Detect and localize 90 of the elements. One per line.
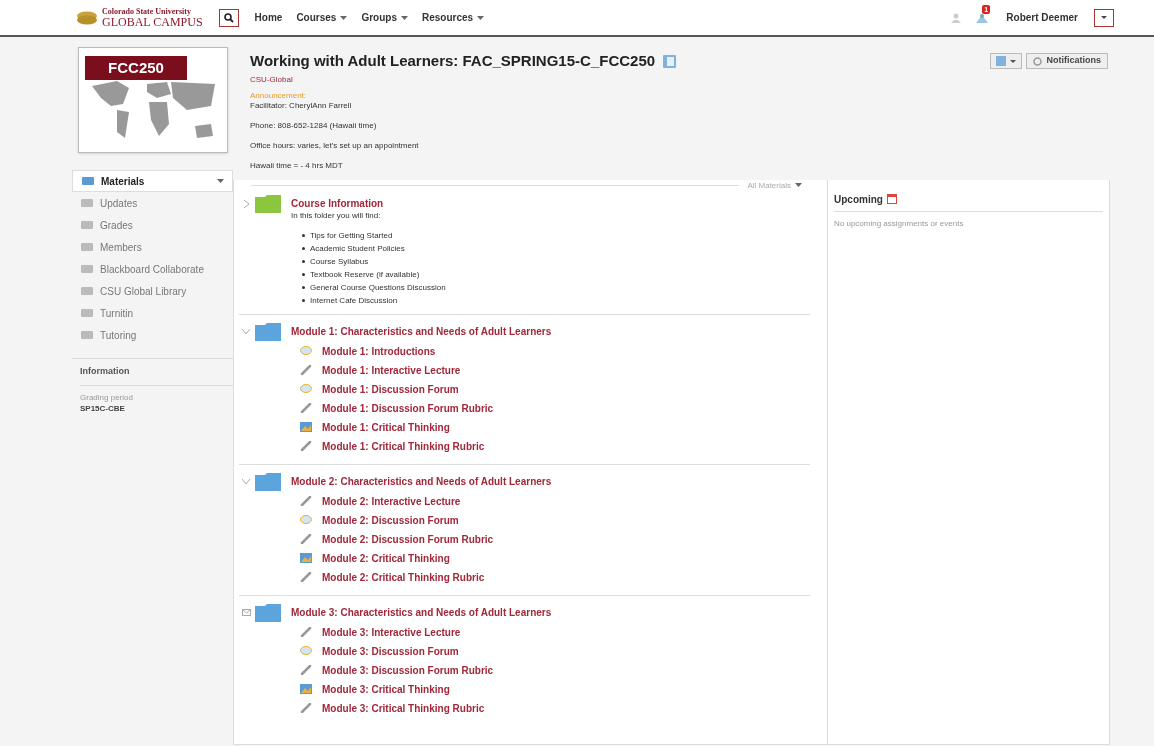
envelope-icon[interactable]	[241, 609, 251, 616]
module-item-link[interactable]: Module 3: Discussion Forum	[322, 643, 459, 659]
nav-icon	[80, 330, 94, 340]
nav-icon	[80, 308, 94, 318]
speech-bubble-icon	[300, 646, 312, 656]
logo-subtitle: Colorado State University	[102, 7, 192, 16]
people-icon[interactable]	[950, 12, 963, 23]
sidebar-item[interactable]: Tutoring	[72, 324, 233, 346]
announcement-line: Office hours: varies, let's set up an appointment	[250, 140, 420, 151]
sidebar-item[interactable]: Turnitin	[72, 302, 233, 324]
nav-link[interactable]: Courses	[296, 10, 348, 25]
nav-link[interactable]: Home	[254, 10, 283, 25]
gear-icon	[1033, 56, 1043, 66]
field-label: Grading period	[80, 391, 134, 403]
module-item-link[interactable]: Module 1: Discussion Forum Rubric	[322, 400, 494, 416]
collapse-icon[interactable]	[242, 479, 250, 484]
sidebar-item[interactable]: Updates	[72, 192, 233, 214]
collapse-icon[interactable]	[242, 329, 250, 334]
folder-description: In this folder you will find:	[291, 209, 382, 222]
nav-link[interactable]: Groups	[361, 10, 408, 25]
caret-icon	[477, 16, 485, 21]
image-icon	[300, 684, 312, 694]
user-menu-button[interactable]	[1094, 8, 1114, 27]
search-button[interactable]	[218, 8, 239, 27]
search-icon	[223, 12, 234, 23]
empty-message: No upcoming assignments or events	[834, 217, 965, 230]
expand-icon[interactable]	[243, 199, 249, 208]
sidebar-item[interactable]: Blackboard Collaborate	[72, 258, 233, 280]
caret-icon	[400, 16, 408, 21]
logo-icon	[76, 10, 98, 25]
caret-icon	[1010, 59, 1017, 63]
caret-icon	[340, 16, 348, 21]
nav-icon	[80, 264, 94, 274]
list-item: Tips for Getting Started	[310, 229, 393, 241]
notifications-button[interactable]: Notifications	[1026, 53, 1108, 69]
module-item-link[interactable]: Module 2: Critical Thinking Rubric	[322, 569, 485, 585]
module-item-link[interactable]: Module 3: Critical Thinking	[322, 681, 450, 697]
module-item-link[interactable]: Module 1: Discussion Forum	[322, 381, 459, 397]
nav-icon	[80, 198, 94, 208]
panel-title: Upcoming	[834, 192, 883, 207]
section-heading: Information	[80, 365, 131, 378]
module-item-link[interactable]: Module 1: Critical Thinking	[322, 419, 450, 435]
list-item: General Course Questions Discussion	[310, 281, 446, 293]
course-title: Working with Adult Learners: FAC_SPRING15-C_FCC250	[250, 51, 656, 71]
nav-icon	[81, 176, 95, 186]
speech-bubble-icon	[300, 384, 312, 394]
announcement-line: Facilitator: CherylAnn Farrell	[250, 100, 353, 111]
sidebar-item[interactable]: Members	[72, 236, 233, 258]
module-item-link[interactable]: Module 1: Critical Thinking Rubric	[322, 438, 485, 454]
nav-icon	[80, 220, 94, 230]
module-item-link[interactable]: Module 2: Discussion Forum	[322, 512, 459, 528]
caret-icon	[217, 179, 224, 183]
sidebar-item[interactable]: Grades	[72, 214, 233, 236]
sidebar-item[interactable]: Materials	[72, 170, 233, 192]
module-item-link[interactable]: Module 3: Critical Thinking Rubric	[322, 700, 485, 716]
nav-link[interactable]: Resources	[421, 10, 485, 25]
speech-bubble-icon	[300, 515, 312, 525]
list-item: Textbook Reserve (if available)	[310, 268, 420, 280]
list-item: Academic Student Policies	[310, 242, 405, 254]
caret-icon	[1101, 16, 1107, 19]
module-item-link[interactable]: Module 2: Discussion Forum Rubric	[322, 531, 494, 547]
list-item: Course Syllabus	[310, 255, 369, 267]
module-item-link[interactable]: Module 3: Discussion Forum Rubric	[322, 662, 494, 678]
folder-link[interactable]: Module 3: Characteristics and Needs of Adult Learners	[291, 605, 552, 620]
image-icon	[300, 422, 312, 432]
calendar-icon[interactable]	[886, 194, 897, 204]
module-item-link[interactable]: Module 1: Interactive Lecture	[322, 362, 461, 378]
announcement-line: Phone: 808-652-1284 (Hawaii time)	[250, 120, 378, 131]
speech-bubble-icon	[300, 346, 312, 356]
sidebar-item[interactable]: CSU Global Library	[72, 280, 233, 302]
caret-icon	[795, 183, 802, 188]
announcement-line: Hawaii time = - 4 hrs MDT	[250, 160, 344, 171]
module-item-link[interactable]: Module 2: Critical Thinking	[322, 550, 450, 566]
module-item-link[interactable]: Module 1: Introductions	[322, 343, 436, 359]
folder-link[interactable]: Course Information	[291, 196, 384, 211]
view-toggle-button[interactable]	[990, 53, 1023, 69]
folder-link[interactable]: Module 2: Characteristics and Needs of Adult Learners	[291, 474, 552, 489]
nav-icon	[80, 242, 94, 252]
list-item: Internet Cafe Discussion	[310, 294, 398, 306]
user-name[interactable]: Robert Deemer	[1006, 10, 1078, 25]
field-value: SP15C-CBE	[80, 402, 126, 414]
logo-title: GLOBAL CAMPUS	[102, 15, 203, 28]
folder-link[interactable]: Module 1: Characteristics and Needs of Adult Learners	[291, 324, 552, 339]
module-item-link[interactable]: Module 3: Interactive Lecture	[322, 624, 461, 640]
course-code-badge: FCC250	[85, 56, 187, 80]
org-link[interactable]: CSU-Global	[250, 73, 991, 86]
announcement-label: Announcement:	[250, 90, 308, 101]
nav-icon	[80, 286, 94, 296]
image-icon	[300, 553, 312, 563]
module-item-link[interactable]: Module 2: Interactive Lecture	[322, 493, 461, 509]
